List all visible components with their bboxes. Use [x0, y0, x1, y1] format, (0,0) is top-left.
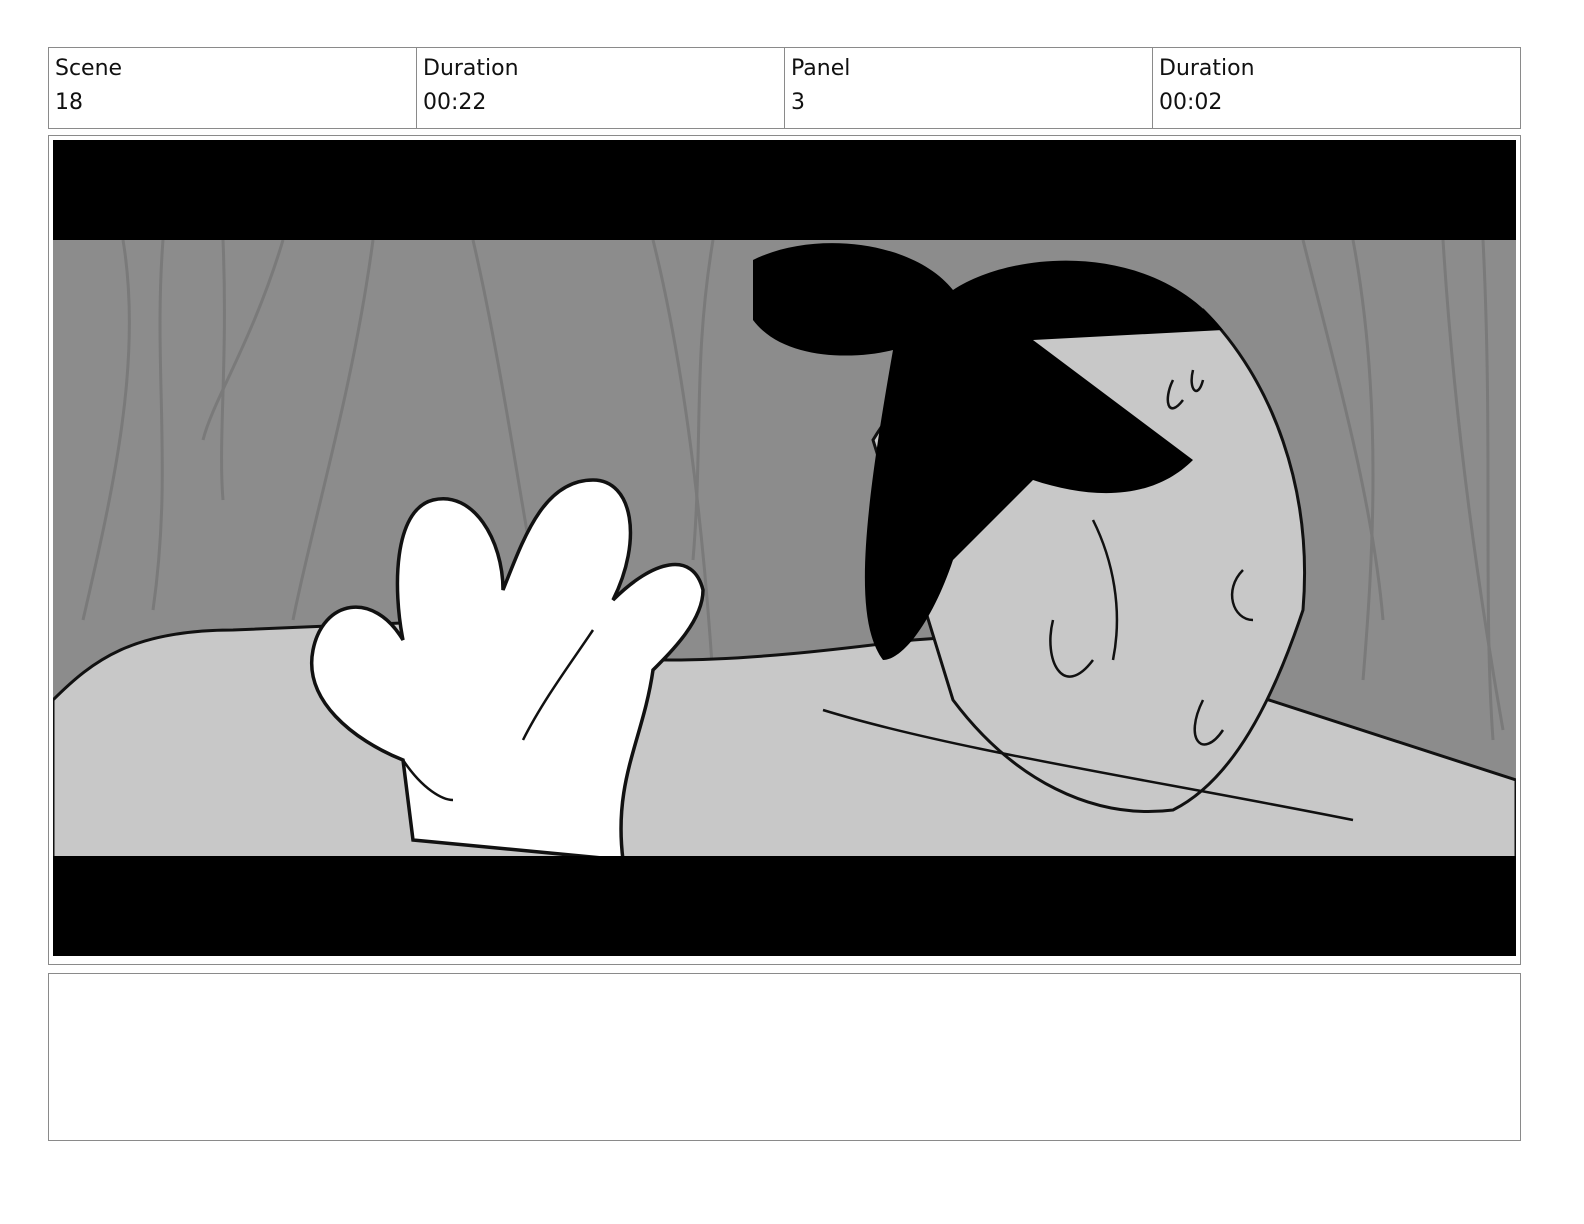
panel-label: Panel: [791, 56, 851, 81]
letterbox-top: [53, 140, 1516, 240]
panel-cell: Panel 3: [785, 48, 1153, 128]
scene-duration-cell: Duration 00:22: [417, 48, 785, 128]
scene-label: Scene: [55, 56, 123, 81]
storyboard-sketch: [53, 140, 1516, 956]
storyboard-panel: [48, 135, 1521, 965]
panel-duration-label: Duration: [1159, 56, 1255, 81]
scene-cell: Scene 18: [49, 48, 417, 128]
panel-duration-value: 00:02: [1159, 90, 1223, 115]
panel-duration-cell: Duration 00:02: [1153, 48, 1520, 128]
scene-number: 18: [55, 90, 83, 115]
panel-number: 3: [791, 90, 805, 115]
scene-duration-label: Duration: [423, 56, 519, 81]
panel-notes-box[interactable]: [48, 973, 1521, 1141]
panel-info-header: Scene 18 Duration 00:22 Panel 3 Duration…: [48, 47, 1521, 129]
scene-duration-value: 00:22: [423, 90, 487, 115]
letterbox-bottom: [53, 856, 1516, 956]
